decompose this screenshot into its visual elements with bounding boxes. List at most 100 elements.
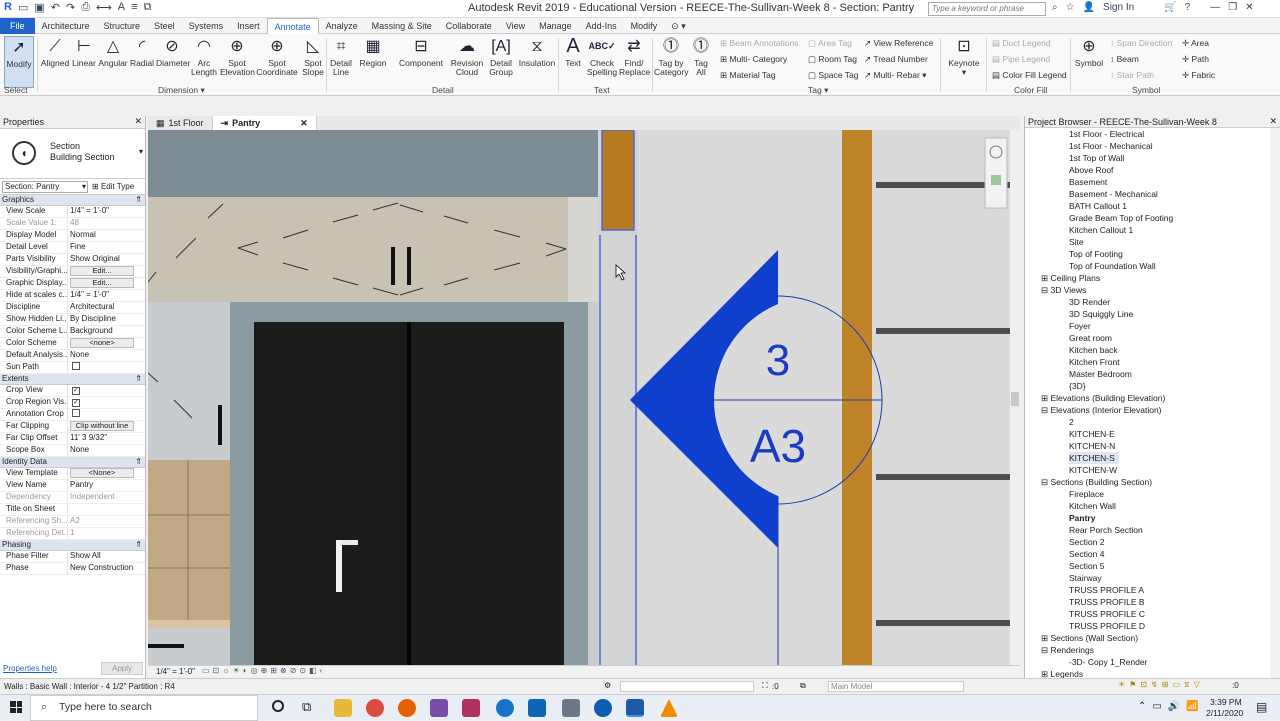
browser-item[interactable]: Grade Beam Top of Footing [1025,212,1280,224]
linear-dimension-button[interactable]: ⊢ Linear [70,36,98,68]
tread-number-button[interactable]: ↗ Tread Number [864,54,928,65]
revit-taskbar-icon[interactable] [626,699,644,717]
collapse-icon[interactable]: ⇑ [135,374,142,383]
windows-start-icon[interactable] [10,701,22,713]
browser-item[interactable]: 3D Squiggly Line [1025,308,1280,320]
property-value[interactable] [68,362,145,373]
diameter-dimension-button[interactable]: ⊘ Diameter [156,36,190,68]
radial-dimension-button[interactable]: ◜ Radial [128,36,156,68]
tab-add-ins[interactable]: Add-Ins [579,18,624,34]
browser-item[interactable]: Kitchen Callout 1 [1025,224,1280,236]
property-value[interactable]: Independent [68,492,145,503]
property-value[interactable]: Show All [68,551,145,562]
keynote-button[interactable]: ⊡ Keynote ▾ [944,36,984,77]
browser-item[interactable]: Top of Foundation Wall [1025,260,1280,272]
tab-manage[interactable]: Manage [532,18,579,34]
thin-lines-icon[interactable]: ≡ [131,1,137,14]
browser-item[interactable]: Rear Porch Section [1025,524,1280,536]
multi-rebar-button[interactable]: ↗ Multi- Rebar ▾ [864,70,926,81]
help-search-input[interactable]: Type a keyword or phrase [928,2,1046,16]
browser-item[interactable]: TRUSS PROFILE D [1025,620,1280,632]
text-panel-label[interactable]: Text [594,85,610,95]
minimize-icon[interactable]: — [1210,2,1220,13]
browser-item[interactable]: KITCHEN-W [1025,464,1280,476]
properties-group-header[interactable]: Identity Data ⇑ [0,457,145,468]
detail-group-button[interactable]: [A] Detail Group [486,36,516,77]
browser-item[interactable]: Basement [1025,176,1280,188]
symbol-button[interactable]: ⊕ Symbol [1074,36,1104,68]
binoculars-icon[interactable]: ⌕ [1052,2,1058,13]
beam-button[interactable]: ↕ Beam [1110,54,1139,64]
span-direction-button[interactable]: ↕ Span Direction [1110,38,1172,48]
property-value[interactable]: Normal [68,230,145,241]
property-value[interactable]: Edit... [68,266,145,277]
type-selector[interactable]: ◖ Section Building Section ▾ [0,129,145,179]
cortana-icon[interactable] [272,700,284,712]
close-icon[interactable]: ✕ [1269,116,1277,127]
material-tag-button[interactable]: ⊞ Material Tag [720,70,776,81]
file-explorer-icon[interactable] [334,699,352,717]
properties-help-link[interactable]: Properties help [3,664,57,673]
editable-only-icon[interactable]: ⛶ [762,681,768,691]
view-scale[interactable]: 1/4" = 1'-0" [156,667,195,676]
property-value[interactable] [68,409,145,420]
browser-item[interactable]: ⊟ Sections (Building Section) [1025,476,1280,488]
collapse-icon[interactable]: ⇑ [135,457,142,466]
property-value[interactable]: Clip without line [68,421,145,432]
close-icon[interactable]: ✕ [134,116,142,127]
browser-item[interactable]: ⊞ Sections (Wall Section) [1025,632,1280,644]
property-button[interactable]: Edit... [70,278,134,288]
property-value[interactable]: Architectural [68,302,145,313]
scroll-thumb[interactable] [1011,392,1019,406]
property-value[interactable]: 1 [68,528,145,539]
property-value[interactable]: <None> [68,468,145,479]
property-checkbox[interactable] [72,409,80,417]
select-panel-label[interactable]: Select [4,85,28,95]
property-checkbox[interactable]: ✓ [72,387,80,395]
check-spelling-button[interactable]: ABC✓ Check Spelling [586,36,618,77]
property-value[interactable]: Edit... [68,278,145,289]
design-options-icon[interactable]: ⧉ [800,681,806,691]
save-icon[interactable]: ▣ [34,1,44,14]
browser-item[interactable]: Section 4 [1025,548,1280,560]
browser-item[interactable]: TRUSS PROFILE A [1025,584,1280,596]
duct-legend-button[interactable]: ▤ Duct Legend [992,38,1051,49]
stair-path-button[interactable]: ↕ Stair Path [1110,70,1154,80]
tag-all-button[interactable]: ⓵ Tag All [690,36,712,77]
tab-view[interactable]: View [499,18,532,34]
sign-in-link[interactable]: Sign In [1103,2,1134,13]
property-value[interactable]: Pantry [68,480,145,491]
spot-coordinate-button[interactable]: ⊕ Spot Coordinate [256,36,298,77]
spot-slope-button[interactable]: ◺ Spot Slope [300,36,326,77]
browser-item[interactable]: 3D Render [1025,296,1280,308]
property-button[interactable]: <None> [70,468,134,478]
browser-item[interactable]: 2 [1025,416,1280,428]
edge-icon[interactable] [496,699,514,717]
view-tab-pantry[interactable]: ⇥ Pantry ✕ [212,116,317,130]
media-app-icon[interactable] [430,699,448,717]
tab-architecture[interactable]: Architecture [35,18,97,34]
text-icon[interactable]: A [118,1,125,14]
room-tag-button[interactable]: ▢ Room Tag [808,54,857,65]
property-value[interactable]: Fine [68,242,145,253]
component-button[interactable]: ⊟ Component [398,36,444,68]
property-value[interactable]: New Construction [68,563,145,574]
workset-dropdown[interactable] [620,681,754,692]
property-value[interactable]: 1/4" = 1'-0" [68,290,145,301]
close-icon[interactable]: ✕ [300,118,308,129]
browser-item[interactable]: KITCHEN-S [1025,452,1280,464]
browser-item[interactable]: Section 5 [1025,560,1280,572]
vlc-icon[interactable] [660,699,678,717]
property-value[interactable]: ✓ [68,385,145,396]
firefox-icon[interactable] [398,699,416,717]
tab-collaborate[interactable]: Collaborate [439,18,499,34]
property-checkbox[interactable] [72,362,80,370]
browser-item[interactable]: Great room [1025,332,1280,344]
apply-button[interactable]: Apply [100,661,143,675]
view-control-icons[interactable]: ▭⊡☼☀◐◎⊕⊞⊗⊘⊙◧‹ [202,666,325,675]
browser-item[interactable]: 1st Top of Wall [1025,152,1280,164]
tab-modify[interactable]: Modify [624,18,665,34]
area-tag-button[interactable]: ▢ Area Tag [808,38,852,49]
system-tray-icons[interactable]: ⌃▭🔊📶 [1138,701,1205,712]
browser-item[interactable]: BATH Callout 1 [1025,200,1280,212]
